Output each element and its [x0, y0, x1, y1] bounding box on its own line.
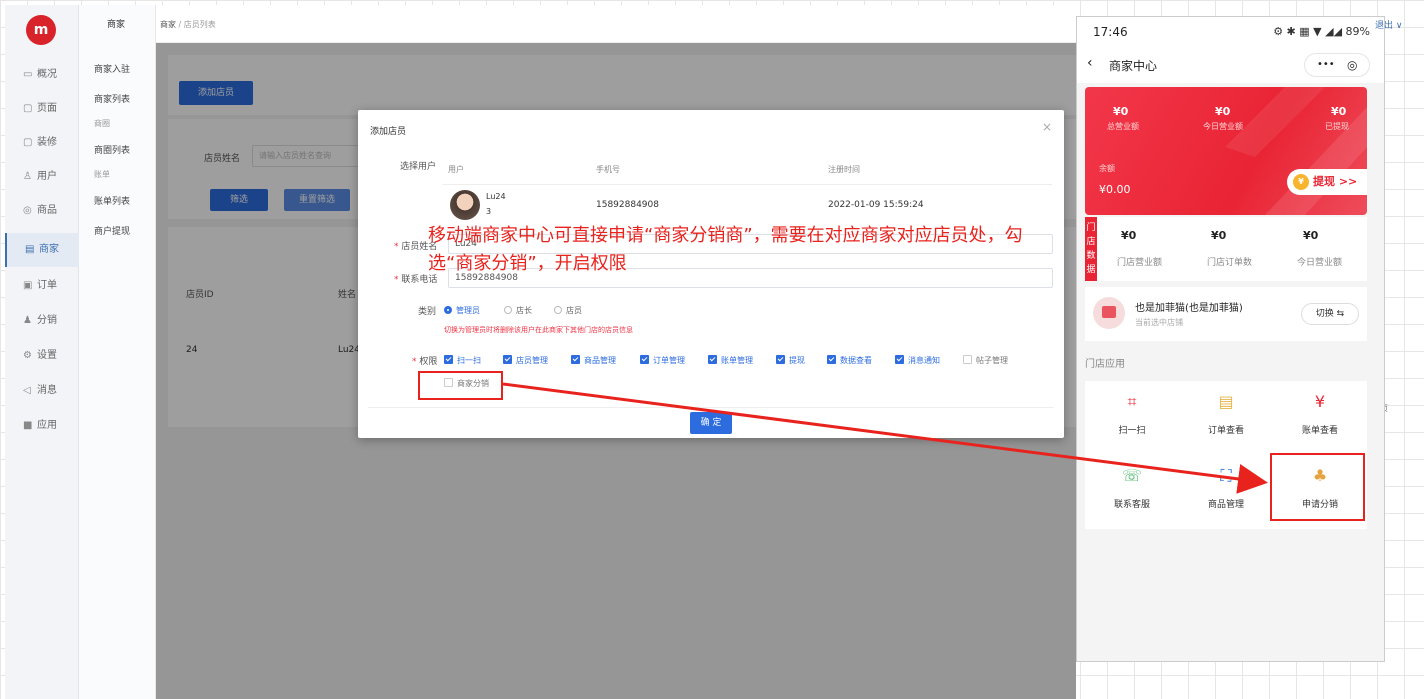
annotation-arrow	[502, 382, 1268, 494]
